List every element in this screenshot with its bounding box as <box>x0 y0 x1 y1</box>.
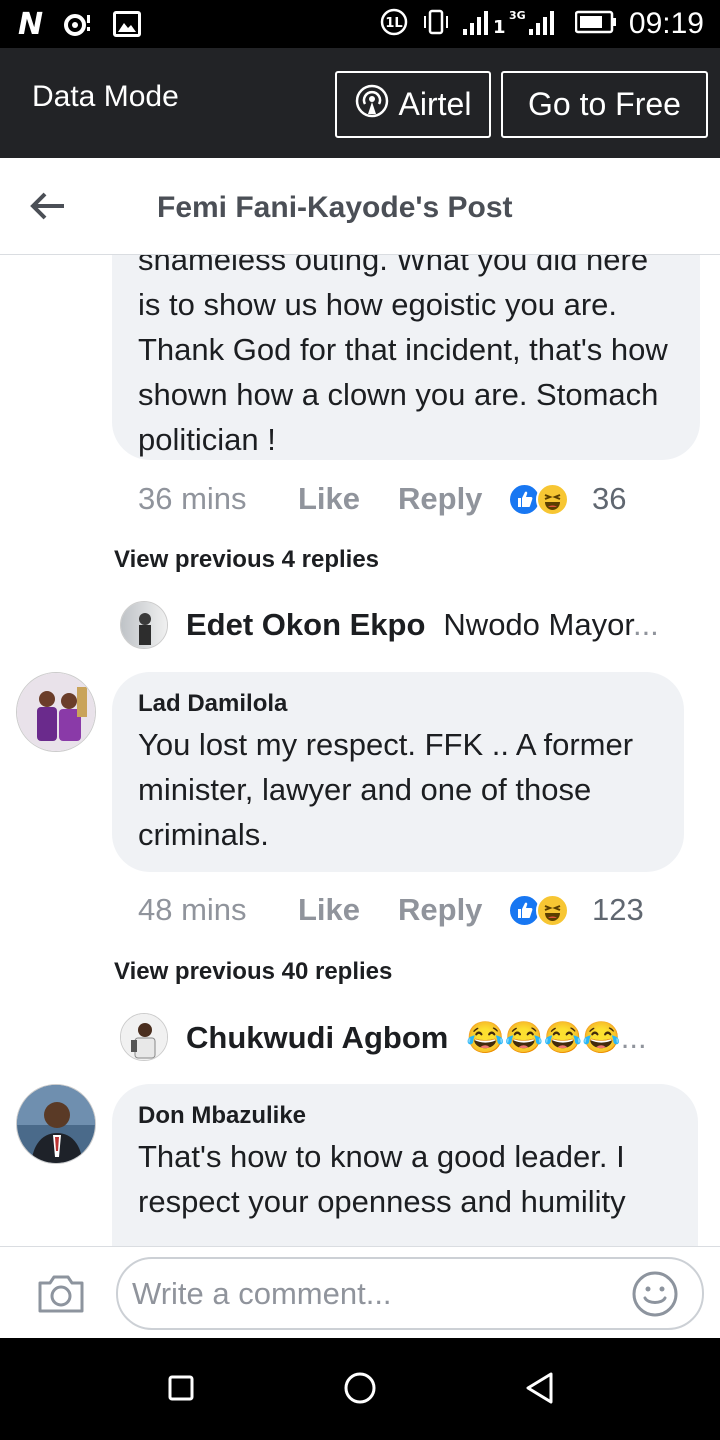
like-link[interactable]: Like <box>298 481 398 517</box>
page-title: Femi Fani-Kayode's Post <box>157 191 513 224</box>
data-mode-label: Data Mode <box>32 80 179 113</box>
comment-input[interactable] <box>116 1257 704 1330</box>
avatar[interactable] <box>16 1084 96 1164</box>
comment-actions: 36 mins Like Reply 36 <box>138 479 626 519</box>
reply-link[interactable]: Reply <box>398 481 508 517</box>
comment-author[interactable]: Lad Damilola <box>138 690 658 718</box>
reply-link[interactable]: Reply <box>398 892 508 928</box>
reply-author: Chukwudi Agbom <box>186 1019 449 1055</box>
comment-bubble[interactable]: Don Mbazulike That's how to know a good … <box>112 1084 698 1246</box>
view-previous-replies[interactable]: View previous 40 replies <box>114 958 392 986</box>
reactions[interactable] <box>508 893 570 927</box>
go-to-free-button[interactable]: Go to Free <box>501 71 708 138</box>
comment-text: You lost my respect. FFK .. A former min… <box>138 727 634 852</box>
battery-icon <box>574 10 617 39</box>
data-mode-bar: Data Mode Airtel Go to Free <box>0 48 720 158</box>
sim-icon: 1L <box>379 7 409 42</box>
reactions[interactable] <box>508 482 570 516</box>
airtel-label: Airtel <box>398 86 472 122</box>
status-time: 09:19 <box>628 7 704 40</box>
camera-icon[interactable] <box>36 1273 86 1315</box>
comment-actions: 48 mins Like Reply 123 <box>138 890 644 930</box>
status-bar: N 1L 1 3G 09:19 <box>0 0 720 48</box>
emoji-icon[interactable] <box>632 1271 678 1317</box>
comment-bubble[interactable]: shameless outing. What you did here is t… <box>112 255 700 460</box>
signal-icon: 1 3G <box>462 7 563 42</box>
screen: N 1L 1 3G 09:19 Data Mode Airtel Go to F… <box>0 0 720 1440</box>
system-nav-bar <box>0 1338 720 1440</box>
home-circle-icon[interactable] <box>340 1368 380 1408</box>
comment-text: That's how to know a good leader. I resp… <box>138 1139 626 1219</box>
comment-author[interactable]: Don Mbazulike <box>138 1102 672 1130</box>
reply-author: Edet Okon Ekpo <box>186 607 426 642</box>
latest-reply[interactable]: Edet Okon Ekpo Nwodo Mayor... <box>186 607 659 643</box>
haha-reaction-icon <box>536 894 569 927</box>
vibrate-icon <box>421 7 451 42</box>
latest-reply[interactable]: Chukwudi Agbom 😂😂😂😂... <box>186 1019 647 1056</box>
comment-text: shameless outing. What you did here is t… <box>138 255 668 457</box>
view-previous-replies[interactable]: View previous 4 replies <box>114 546 379 574</box>
reaction-count: 36 <box>592 481 627 516</box>
reply-snippet: 😂😂😂😂... <box>466 1020 647 1055</box>
comment-bubble[interactable]: Lad Damilola You lost my respect. FFK ..… <box>112 672 684 872</box>
recents-square-icon[interactable] <box>161 1368 201 1408</box>
netflix-n-icon: N <box>18 6 44 42</box>
reply-snippet: Nwodo Mayor... <box>443 607 659 642</box>
avatar[interactable] <box>120 1013 168 1061</box>
network-type: 3G <box>509 9 526 22</box>
broadcast-icon <box>355 84 389 126</box>
post-header: Femi Fani-Kayode's Post <box>0 158 720 255</box>
reaction-count: 123 <box>592 892 644 927</box>
comment-composer <box>0 1246 720 1338</box>
back-arrow-icon[interactable] <box>28 186 68 226</box>
avatar[interactable] <box>120 601 168 649</box>
image-icon <box>113 11 142 37</box>
music-icon <box>63 9 93 39</box>
avatar[interactable] <box>16 672 96 752</box>
comment-time: 48 mins <box>138 892 247 927</box>
svg-text:1L: 1L <box>385 16 402 31</box>
airtel-button[interactable]: Airtel <box>335 71 491 138</box>
svg-text:1: 1 <box>493 17 506 37</box>
comment-time: 36 mins <box>138 481 247 516</box>
like-link[interactable]: Like <box>298 892 398 928</box>
haha-reaction-icon <box>536 483 569 516</box>
comments-feed[interactable]: shameless outing. What you did here is t… <box>0 255 720 1246</box>
back-triangle-icon[interactable] <box>520 1368 560 1408</box>
